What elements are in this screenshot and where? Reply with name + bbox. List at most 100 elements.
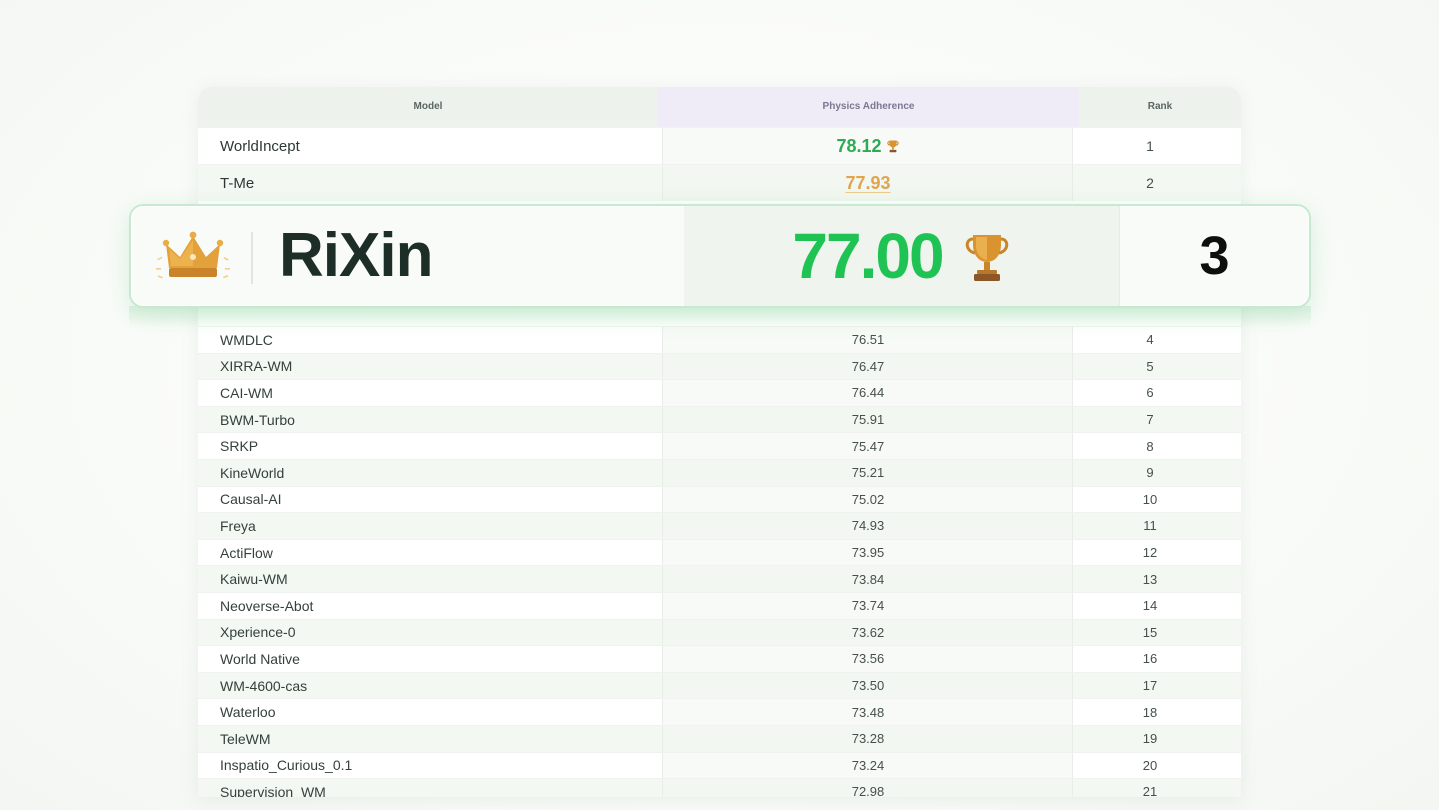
score-cell: 72.98 xyxy=(663,779,1073,797)
score-cell: 73.84 xyxy=(663,566,1073,592)
model-name: ActiFlow xyxy=(220,544,273,561)
table-row[interactable]: World Native 73.56 16 xyxy=(198,645,1241,672)
rank-value: 15 xyxy=(1142,624,1158,640)
model-name: KineWorld xyxy=(220,464,285,481)
leaderboard-table: Model Physics Adherence Rank WorldIncept… xyxy=(198,87,1241,797)
score-cell: 78.12 xyxy=(663,128,1073,164)
table-row[interactable]: XIRRA-WM 76.47 5 xyxy=(198,352,1241,380)
model-name: Neoverse-Abot xyxy=(220,597,314,614)
rank-value: 7 xyxy=(1146,412,1154,428)
column-header-physics-adherence[interactable]: Physics Adherence xyxy=(658,87,1079,127)
table-row[interactable]: WM-4600-cas 73.50 17 xyxy=(198,671,1241,699)
rank-value: 5 xyxy=(1146,358,1154,374)
table-row[interactable]: Kaiwu-WM 73.84 13 xyxy=(198,565,1241,592)
model-name: Causal-AI xyxy=(220,491,282,508)
featured-row[interactable]: RiXin 77.00 3 xyxy=(129,204,1311,308)
score-cell: 76.51 xyxy=(663,327,1073,353)
rank-value: 14 xyxy=(1142,598,1158,614)
table-row[interactable]: KineWorld 75.21 9 xyxy=(198,458,1241,486)
featured-model-name: RiXin xyxy=(279,221,433,290)
rank-value: 4 xyxy=(1146,332,1154,348)
rank-value: 2 xyxy=(1146,175,1154,191)
rank-value: 6 xyxy=(1146,385,1154,401)
score-cell: 75.02 xyxy=(663,486,1073,513)
table-row[interactable]: Supervision_WM 72.98 21 xyxy=(198,778,1241,797)
rank-value: 13 xyxy=(1142,571,1158,587)
score-cell: 76.44 xyxy=(663,380,1073,406)
score-value: 75.47 xyxy=(851,438,885,454)
score-value: 73.28 xyxy=(851,731,885,747)
score-value: 73.95 xyxy=(851,545,885,561)
score-cell: 73.48 xyxy=(663,699,1073,725)
table-row[interactable]: WMDLC 76.51 4 xyxy=(198,326,1241,353)
model-name: SRKP xyxy=(220,438,259,455)
rank-value: 21 xyxy=(1142,784,1158,797)
score-cell: 73.56 xyxy=(663,646,1073,672)
table-row[interactable]: TeleWM 73.28 19 xyxy=(198,724,1241,752)
table-row[interactable]: SRKP 75.47 8 xyxy=(198,432,1241,459)
model-name: CAI-WM xyxy=(220,384,273,401)
model-name: Supervision_WM xyxy=(220,783,326,797)
crown-icon xyxy=(156,231,230,279)
model-name: XIRRA-WM xyxy=(220,358,293,375)
table-row[interactable]: Freya 74.93 11 xyxy=(198,512,1241,539)
score-value: 73.62 xyxy=(851,624,885,640)
model-name: Xperience-0 xyxy=(220,624,296,641)
score-cell: 74.93 xyxy=(663,513,1073,539)
score-value: 72.98 xyxy=(851,784,885,797)
table-row[interactable]: CAI-WM 76.44 6 xyxy=(198,379,1241,406)
model-name: Waterloo xyxy=(220,704,276,721)
column-header-rank[interactable]: Rank xyxy=(1079,87,1241,127)
table-row[interactable]: Inspatio_Curious_0.1 73.24 20 xyxy=(198,751,1241,779)
score-value: 73.74 xyxy=(851,598,885,614)
table-row[interactable]: Waterloo 73.48 18 xyxy=(198,698,1241,725)
score-value: 75.02 xyxy=(851,491,885,507)
score-value: 75.91 xyxy=(851,412,885,428)
rank-value: 8 xyxy=(1146,438,1154,454)
model-name: BWM-Turbo xyxy=(220,411,295,428)
rank-value: 9 xyxy=(1146,465,1154,481)
featured-score-value: 77.00 xyxy=(792,220,944,292)
score-cell: 73.74 xyxy=(663,592,1073,619)
model-name: Kaiwu-WM xyxy=(220,571,288,588)
table-header: Model Physics Adherence Rank xyxy=(198,87,1241,127)
score-value: 73.50 xyxy=(851,678,885,694)
table-row[interactable]: ActiFlow 73.95 12 xyxy=(198,538,1241,566)
table-row[interactable]: BWM-Turbo 75.91 7 xyxy=(198,405,1241,433)
score-cell: 73.50 xyxy=(663,672,1073,699)
score-cell: 73.95 xyxy=(663,539,1073,566)
model-name: World Native xyxy=(220,650,300,667)
model-name: WM-4600-cas xyxy=(220,677,308,694)
trophy-icon xyxy=(886,140,899,153)
rank-value: 12 xyxy=(1142,545,1158,561)
score-cell: 76.47 xyxy=(663,353,1073,380)
rank-value: 11 xyxy=(1143,518,1157,534)
table-row[interactable]: Causal-AI 75.02 10 xyxy=(198,485,1241,513)
rank-value: 10 xyxy=(1142,491,1158,507)
score-value: 73.24 xyxy=(851,757,885,773)
table-row[interactable]: WorldIncept 78.12 1 xyxy=(198,127,1241,164)
score-value: 77.93 xyxy=(845,172,891,193)
model-name: WorldIncept xyxy=(220,137,300,155)
score-value: 74.93 xyxy=(851,518,885,534)
table-row[interactable]: Xperience-0 73.62 15 xyxy=(198,618,1241,646)
featured-rank: 3 xyxy=(1199,226,1230,286)
rank-value: 20 xyxy=(1142,757,1158,773)
rank-value: 16 xyxy=(1142,651,1158,667)
score-cell: 73.62 xyxy=(663,619,1073,646)
rank-value: 18 xyxy=(1142,704,1158,720)
model-name: Inspatio_Curious_0.1 xyxy=(220,757,353,774)
score-cell: 77.93 xyxy=(663,165,1073,201)
column-header-model[interactable]: Model xyxy=(198,87,658,127)
featured-score: 77.00 xyxy=(684,206,1119,306)
score-value: 75.21 xyxy=(851,465,885,481)
score-cell: 73.24 xyxy=(663,752,1073,779)
score-value: 76.47 xyxy=(851,358,885,374)
score-value: 73.84 xyxy=(851,571,885,587)
table-row[interactable]: Neoverse-Abot 73.74 14 xyxy=(198,591,1241,619)
table-row[interactable]: T-Me 77.93 2 xyxy=(198,164,1241,201)
model-name: TeleWM xyxy=(220,730,271,747)
model-name: T-Me xyxy=(220,174,255,192)
featured-divider xyxy=(251,232,253,284)
score-value: 76.44 xyxy=(851,385,885,401)
